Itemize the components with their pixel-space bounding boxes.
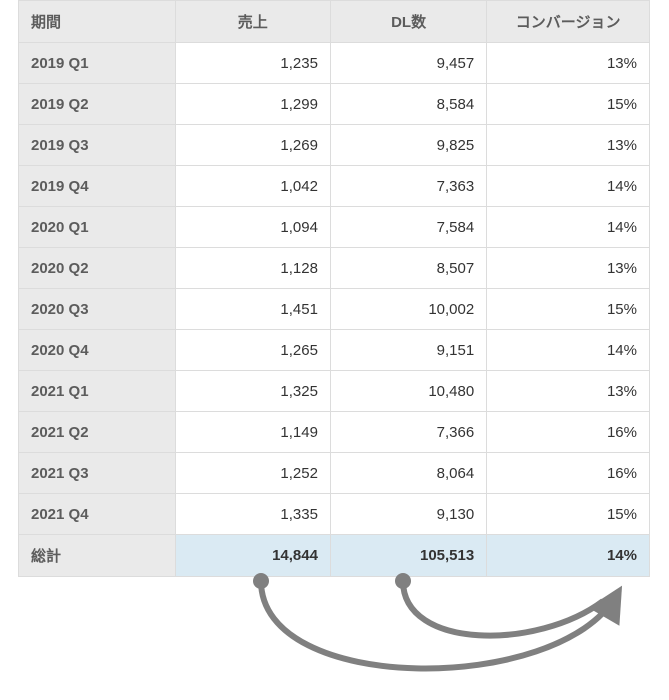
cell-total-dl: 105,513 <box>330 535 486 577</box>
cell-sales: 1,335 <box>175 494 330 535</box>
table-row: 2020 Q31,45110,00215% <box>19 289 650 330</box>
table-row: 2020 Q41,2659,15114% <box>19 330 650 371</box>
cell-dl: 9,825 <box>330 125 486 166</box>
header-period: 期間 <box>19 1 176 43</box>
cell-conversion: 13% <box>487 248 650 289</box>
cell-conversion: 14% <box>487 166 650 207</box>
table-row: 2021 Q41,3359,13015% <box>19 494 650 535</box>
cell-sales: 1,094 <box>175 207 330 248</box>
total-row: 総計14,844105,51314% <box>19 535 650 577</box>
cell-period: 2020 Q2 <box>19 248 176 289</box>
cell-dl: 9,457 <box>330 43 486 84</box>
cell-period: 2021 Q4 <box>19 494 176 535</box>
data-table: 期間 売上 DL数 コンバージョン 2019 Q11,2359,45713%20… <box>18 0 650 577</box>
cell-conversion: 13% <box>487 125 650 166</box>
table-row: 2020 Q21,1288,50713% <box>19 248 650 289</box>
table-row: 2019 Q11,2359,45713% <box>19 43 650 84</box>
cell-conversion: 16% <box>487 453 650 494</box>
cell-sales: 1,269 <box>175 125 330 166</box>
cell-period: 2020 Q4 <box>19 330 176 371</box>
cell-period: 2019 Q2 <box>19 84 176 125</box>
cell-dl: 7,366 <box>330 412 486 453</box>
header-conversion: コンバージョン <box>487 1 650 43</box>
arrow-dl-to-conv <box>403 581 603 636</box>
arrow-sales-to-conv <box>261 581 616 668</box>
table-row: 2021 Q31,2528,06416% <box>19 453 650 494</box>
cell-conversion: 15% <box>487 289 650 330</box>
cell-period: 2019 Q3 <box>19 125 176 166</box>
cell-dl: 7,584 <box>330 207 486 248</box>
header-dl: DL数 <box>330 1 486 43</box>
cell-period: 2019 Q4 <box>19 166 176 207</box>
cell-sales: 1,265 <box>175 330 330 371</box>
cell-dl: 10,002 <box>330 289 486 330</box>
cell-period: 2021 Q1 <box>19 371 176 412</box>
cell-dl: 10,480 <box>330 371 486 412</box>
cell-dl: 9,151 <box>330 330 486 371</box>
cell-sales: 1,325 <box>175 371 330 412</box>
cell-sales: 1,252 <box>175 453 330 494</box>
cell-period: 2021 Q3 <box>19 453 176 494</box>
cell-total-conversion: 14% <box>487 535 650 577</box>
cell-conversion: 13% <box>487 43 650 84</box>
cell-period: 2021 Q2 <box>19 412 176 453</box>
table-row: 2019 Q41,0427,36314% <box>19 166 650 207</box>
cell-sales: 1,128 <box>175 248 330 289</box>
cell-dl: 7,363 <box>330 166 486 207</box>
cell-conversion: 14% <box>487 330 650 371</box>
table-row: 2020 Q11,0947,58414% <box>19 207 650 248</box>
cell-period: 2020 Q1 <box>19 207 176 248</box>
cell-dl: 8,584 <box>330 84 486 125</box>
cell-total-label: 総計 <box>19 535 176 577</box>
table-row: 2019 Q31,2699,82513% <box>19 125 650 166</box>
cell-sales: 1,042 <box>175 166 330 207</box>
cell-dl: 8,507 <box>330 248 486 289</box>
cell-conversion: 13% <box>487 371 650 412</box>
table-row: 2021 Q11,32510,48013% <box>19 371 650 412</box>
cell-conversion: 15% <box>487 84 650 125</box>
cell-period: 2020 Q3 <box>19 289 176 330</box>
cell-dl: 8,064 <box>330 453 486 494</box>
cell-sales: 1,149 <box>175 412 330 453</box>
cell-sales: 1,451 <box>175 289 330 330</box>
cell-conversion: 15% <box>487 494 650 535</box>
cell-conversion: 16% <box>487 412 650 453</box>
cell-dl: 9,130 <box>330 494 486 535</box>
table-row: 2021 Q21,1497,36616% <box>19 412 650 453</box>
table-row: 2019 Q21,2998,58415% <box>19 84 650 125</box>
header-row: 期間 売上 DL数 コンバージョン <box>19 1 650 43</box>
cell-sales: 1,235 <box>175 43 330 84</box>
header-sales: 売上 <box>175 1 330 43</box>
cell-conversion: 14% <box>487 207 650 248</box>
cell-sales: 1,299 <box>175 84 330 125</box>
cell-period: 2019 Q1 <box>19 43 176 84</box>
cell-total-sales: 14,844 <box>175 535 330 577</box>
